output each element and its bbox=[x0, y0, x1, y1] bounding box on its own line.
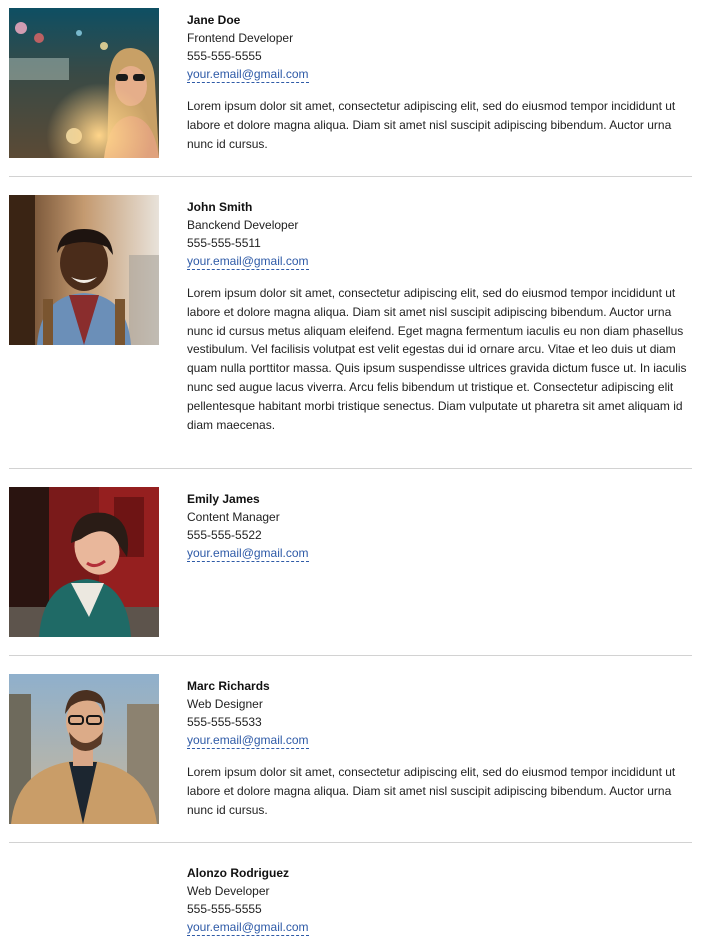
member-name: Emily James bbox=[187, 492, 260, 506]
team-member-card: Jane Doe Frontend Developer 555-555-5555… bbox=[9, 8, 692, 177]
member-info: Alonzo Rodriguez Web Developer 555-555-5… bbox=[187, 861, 692, 936]
team-member-card: Alonzo Rodriguez Web Developer 555-555-5… bbox=[9, 861, 692, 945]
member-info: Emily James Content Manager 555-555-5522… bbox=[187, 487, 692, 562]
member-email-link[interactable]: your.email@gmail.com bbox=[187, 66, 309, 83]
profile-photo-image bbox=[9, 8, 159, 158]
team-member-list: Jane Doe Frontend Developer 555-555-5555… bbox=[9, 8, 692, 945]
member-bio: Lorem ipsum dolor sit amet, consectetur … bbox=[187, 765, 676, 817]
member-name: John Smith bbox=[187, 200, 253, 214]
member-role: Web Developer bbox=[187, 884, 270, 898]
member-phone: 555-555-5522 bbox=[187, 528, 262, 542]
team-member-card: John Smith Banckend Developer 555-555-55… bbox=[9, 195, 692, 469]
member-name: Jane Doe bbox=[187, 13, 241, 27]
profile-photo-image bbox=[9, 195, 159, 345]
profile-photo-image bbox=[9, 487, 159, 637]
member-email-link[interactable]: your.email@gmail.com bbox=[187, 732, 309, 749]
member-info: Marc Richards Web Designer 555-555-5533 … bbox=[187, 674, 692, 819]
member-role: Web Designer bbox=[187, 697, 263, 711]
profile-photo-image bbox=[9, 674, 159, 824]
member-bio: Lorem ipsum dolor sit amet, consectetur … bbox=[187, 286, 687, 432]
member-role: Content Manager bbox=[187, 510, 280, 524]
member-email-link[interactable]: your.email@gmail.com bbox=[187, 545, 309, 562]
profile-photo bbox=[9, 674, 159, 824]
member-phone: 555-555-5555 bbox=[187, 49, 262, 63]
member-phone: 555-555-5555 bbox=[187, 902, 262, 916]
profile-photo bbox=[9, 195, 159, 345]
team-member-card: Emily James Content Manager 555-555-5522… bbox=[9, 487, 692, 656]
member-role: Banckend Developer bbox=[187, 218, 299, 232]
member-name: Alonzo Rodriguez bbox=[187, 866, 289, 880]
member-role: Frontend Developer bbox=[187, 31, 294, 45]
member-phone: 555-555-5533 bbox=[187, 715, 262, 729]
member-info: Jane Doe Frontend Developer 555-555-5555… bbox=[187, 8, 692, 153]
member-email-link[interactable]: your.email@gmail.com bbox=[187, 919, 309, 936]
team-member-card: Marc Richards Web Designer 555-555-5533 … bbox=[9, 674, 692, 843]
profile-photo bbox=[9, 487, 159, 637]
member-info: John Smith Banckend Developer 555-555-55… bbox=[187, 195, 692, 434]
member-bio: Lorem ipsum dolor sit amet, consectetur … bbox=[187, 99, 676, 151]
member-phone: 555-555-5511 bbox=[187, 236, 261, 250]
member-email-link[interactable]: your.email@gmail.com bbox=[187, 253, 309, 270]
profile-photo bbox=[9, 8, 159, 158]
member-name: Marc Richards bbox=[187, 679, 270, 693]
